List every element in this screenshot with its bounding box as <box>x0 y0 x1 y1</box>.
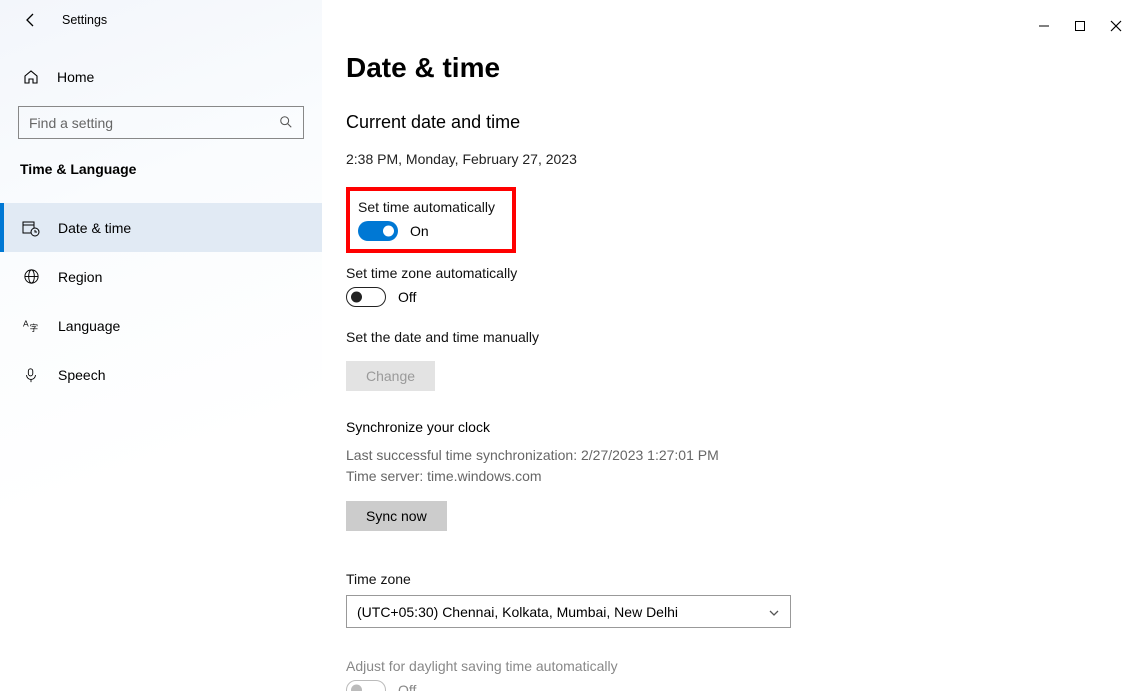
chevron-down-icon <box>768 606 780 618</box>
svg-text:A: A <box>23 318 29 328</box>
search-input[interactable] <box>29 115 279 131</box>
sidebar-item-label: Speech <box>58 367 105 383</box>
sync-time-server: Time server: time.windows.com <box>346 468 542 484</box>
window-controls <box>1037 10 1143 42</box>
close-button[interactable] <box>1109 19 1123 33</box>
current-datetime-value: 2:38 PM, Monday, February 27, 2023 <box>346 151 846 167</box>
current-datetime-heading: Current date and time <box>346 112 846 133</box>
sidebar-item-region[interactable]: Region <box>0 252 322 301</box>
set-time-auto-state: On <box>410 223 429 239</box>
set-tz-auto-label: Set time zone automatically <box>346 265 846 281</box>
manual-date-time-label: Set the date and time manually <box>346 329 846 345</box>
set-tz-auto-toggle[interactable] <box>346 287 386 307</box>
language-icon: A字 <box>22 317 40 335</box>
sidebar: Settings Home Time & Language Date & <box>0 0 322 691</box>
page-title: Date & time <box>346 52 846 84</box>
home-label: Home <box>57 69 94 85</box>
sync-clock-heading: Synchronize your clock <box>346 419 846 435</box>
svg-text:字: 字 <box>29 323 38 333</box>
sidebar-item-language[interactable]: A字 Language <box>0 301 322 350</box>
minimize-button[interactable] <box>1037 19 1051 33</box>
sidebar-item-label: Language <box>58 318 120 334</box>
app-title: Settings <box>62 13 107 27</box>
sidebar-section-title: Time & Language <box>0 139 322 187</box>
sidebar-item-date-time[interactable]: Date & time <box>0 203 322 252</box>
microphone-icon <box>22 366 40 384</box>
calendar-clock-icon <box>22 219 40 237</box>
time-zone-label: Time zone <box>346 571 846 587</box>
dst-label: Adjust for daylight saving time automati… <box>346 658 846 674</box>
sync-last-success: Last successful time synchronization: 2/… <box>346 447 719 463</box>
search-box[interactable] <box>18 106 304 139</box>
time-zone-select[interactable]: (UTC+05:30) Chennai, Kolkata, Mumbai, Ne… <box>346 595 791 628</box>
search-icon <box>279 115 295 131</box>
maximize-button[interactable] <box>1073 19 1087 33</box>
highlight-annotation: Set time automatically On <box>346 187 516 253</box>
set-tz-auto-state: Off <box>398 289 416 305</box>
dst-state: Off <box>398 682 416 691</box>
sidebar-item-label: Region <box>58 269 102 285</box>
time-zone-value: (UTC+05:30) Chennai, Kolkata, Mumbai, Ne… <box>357 604 678 620</box>
set-time-auto-toggle[interactable] <box>358 221 398 241</box>
globe-icon <box>22 268 40 286</box>
set-time-auto-label: Set time automatically <box>354 199 502 215</box>
sidebar-item-speech[interactable]: Speech <box>0 350 322 399</box>
main-content: Date & time Current date and time 2:38 P… <box>322 0 1143 691</box>
sidebar-item-label: Date & time <box>58 220 131 236</box>
back-button[interactable] <box>22 11 40 29</box>
sync-now-button[interactable]: Sync now <box>346 501 447 531</box>
home-nav[interactable]: Home <box>0 40 322 92</box>
change-button: Change <box>346 361 435 391</box>
dst-toggle <box>346 680 386 691</box>
home-icon <box>22 69 39 86</box>
